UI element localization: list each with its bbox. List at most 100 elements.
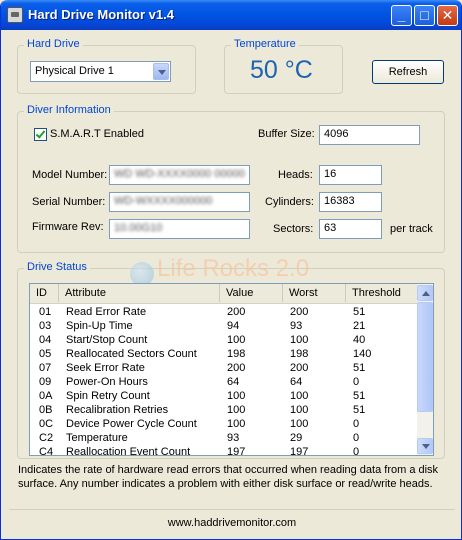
cylinders-field[interactable]: 16383	[319, 192, 382, 212]
firmware-rev-field[interactable]: 10.00G10	[109, 219, 250, 239]
table-row[interactable]: 09 Power-On Hours 64 64 0	[30, 375, 419, 389]
cell-worst: 100	[290, 418, 309, 430]
scroll-thumb[interactable]	[417, 302, 433, 412]
table-row[interactable]: 05 Reallocated Sectors Count 198 198 140	[30, 347, 419, 361]
cell-worst: 100	[290, 334, 309, 346]
scroll-up-icon[interactable]	[417, 285, 433, 301]
firmware-rev-label: Firmware Rev:	[32, 221, 104, 233]
cell-worst: 93	[290, 320, 303, 332]
scroll-down-icon[interactable]	[417, 438, 433, 454]
table-row[interactable]: 07 Seek Error Rate 200 200 51	[30, 361, 419, 375]
cell-threshold: 0	[353, 432, 360, 444]
footer-divider	[9, 509, 455, 510]
cell-attribute: Spin-Up Time	[66, 320, 133, 332]
minimize-button[interactable]: _	[391, 5, 412, 26]
column-header-threshold[interactable]: Threshold	[346, 284, 419, 302]
buffer-size-label: Buffer Size:	[258, 128, 315, 140]
app-window: Hard Drive Monitor v1.4 _ □ ✕ Hard Drive…	[0, 0, 462, 540]
cell-id: 0B	[39, 404, 53, 416]
drive-information-group-label: Diver Information	[24, 104, 114, 116]
cell-value: 100	[227, 404, 246, 416]
cell-value: 93	[227, 432, 240, 444]
cell-threshold: 0	[353, 376, 360, 388]
cell-value: 94	[227, 320, 240, 332]
cell-id: 04	[39, 334, 52, 346]
temperature-value: 50 °C	[250, 56, 313, 84]
cell-value: 100	[227, 334, 246, 346]
column-header-attribute[interactable]: Attribute	[59, 284, 220, 302]
cell-threshold: 0	[353, 418, 360, 430]
cell-attribute: Reallocation Event Count	[66, 446, 191, 456]
cell-id: 05	[39, 348, 52, 360]
smart-label: S.M.A.R.T Enabled	[50, 128, 144, 140]
cell-id: 01	[39, 306, 52, 318]
heads-label: Heads:	[278, 169, 313, 181]
close-button[interactable]: ✕	[437, 5, 458, 26]
cell-value: 200	[227, 362, 246, 374]
table-row[interactable]: 0B Recalibration Retries 100 100 51	[30, 403, 419, 417]
cell-worst: 197	[290, 446, 309, 456]
cell-attribute: Recalibration Retries	[66, 404, 169, 416]
cell-threshold: 140	[353, 348, 372, 360]
cell-id: 07	[39, 362, 52, 374]
cell-id: C4	[39, 446, 54, 456]
serial-number-label: Serial Number:	[32, 196, 106, 208]
cell-value: 100	[227, 418, 246, 430]
cell-id: 03	[39, 320, 52, 332]
table-row[interactable]: C2 Temperature 93 29 0	[30, 431, 419, 445]
cell-threshold: 40	[353, 334, 366, 346]
maximize-button[interactable]: □	[414, 5, 435, 26]
cell-worst: 198	[290, 348, 309, 360]
cell-attribute: Start/Stop Count	[66, 334, 148, 346]
drive-status-group-label: Drive Status	[24, 261, 90, 273]
table-row[interactable]: 01 Read Error Rate 200 200 51	[30, 305, 419, 319]
cell-worst: 100	[290, 404, 309, 416]
cell-value: 64	[227, 376, 240, 388]
sectors-field[interactable]: 63	[319, 219, 382, 239]
serial-number-field[interactable]: WD-WXXXX000000	[109, 192, 250, 212]
table-row[interactable]: 0A Spin Retry Count 100 100 51	[30, 389, 419, 403]
cell-attribute: Read Error Rate	[66, 306, 147, 318]
column-header-value[interactable]: Value	[220, 284, 283, 302]
buffer-size-field[interactable]: 4096	[319, 125, 420, 145]
table-scrollbar[interactable]	[417, 284, 433, 455]
cell-attribute: Spin Retry Count	[66, 390, 150, 402]
cell-threshold: 0	[353, 446, 360, 456]
cell-worst: 64	[290, 376, 303, 388]
cell-value: 197	[227, 446, 246, 456]
cylinders-label: Cylinders:	[265, 196, 314, 208]
model-number-field[interactable]: WD WD-XXXX0000 00000	[109, 165, 250, 185]
hard-drive-group-label: Hard Drive	[24, 38, 83, 50]
title-bar[interactable]: Hard Drive Monitor v1.4 _ □ ✕	[1, 0, 461, 30]
window-title: Hard Drive Monitor v1.4	[28, 7, 174, 22]
footer-link[interactable]: www.haddrivemonitor.com	[1, 517, 461, 529]
cell-threshold: 21	[353, 320, 366, 332]
cell-worst: 29	[290, 432, 303, 444]
cell-worst: 200	[290, 362, 309, 374]
table-row[interactable]: 03 Spin-Up Time 94 93 21	[30, 319, 419, 333]
model-number-label: Model Number:	[32, 169, 108, 181]
cell-attribute: Seek Error Rate	[66, 362, 145, 374]
smart-attributes-table[interactable]: ID Attribute Value Worst Threshold 01 Rea…	[29, 283, 434, 456]
serial-number-value: WD-WXXXX000000	[114, 195, 213, 207]
cell-value: 198	[227, 348, 246, 360]
refresh-button[interactable]: Refresh	[372, 60, 444, 84]
column-header-id[interactable]: ID	[30, 284, 59, 302]
chevron-down-icon[interactable]	[153, 63, 169, 80]
heads-field[interactable]: 16	[319, 165, 382, 185]
cell-threshold: 51	[353, 404, 366, 416]
table-row[interactable]: 0C Device Power Cycle Count 100 100 0	[30, 417, 419, 431]
cell-value: 100	[227, 390, 246, 402]
temperature-group-label: Temperature	[231, 38, 299, 50]
table-row[interactable]: C4 Reallocation Event Count 197 197 0	[30, 445, 419, 456]
smart-checkbox[interactable]	[34, 128, 47, 141]
column-header-worst[interactable]: Worst	[283, 284, 346, 302]
drive-select[interactable]: Physical Drive 1	[30, 61, 171, 82]
hard-drive-icon	[7, 7, 23, 23]
sectors-label: Sectors:	[273, 223, 314, 235]
cell-attribute: Temperature	[66, 432, 128, 444]
table-row[interactable]: 04 Start/Stop Count 100 100 40	[30, 333, 419, 347]
cell-threshold: 51	[353, 306, 366, 318]
cell-id: 0A	[39, 390, 53, 402]
drive-select-value: Physical Drive 1	[35, 65, 114, 77]
